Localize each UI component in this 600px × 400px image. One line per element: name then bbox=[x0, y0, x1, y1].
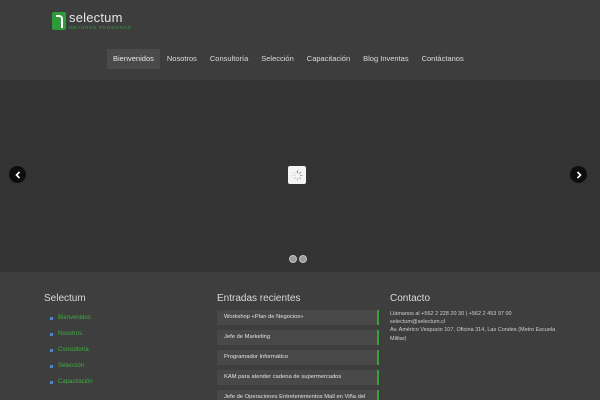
recent-post-link[interactable]: Jefe de Marketing bbox=[217, 330, 379, 345]
footer-selectum-title: Selectum bbox=[44, 293, 86, 304]
nav-item-nosotros[interactable]: Nosotros bbox=[161, 49, 203, 69]
hero-slider bbox=[0, 80, 600, 272]
contact-info: Llámanos al +562 2 228 20 30 | +562 2 45… bbox=[390, 310, 570, 343]
nav-item-contactanos[interactable]: Contáctanos bbox=[416, 49, 470, 69]
bullet-icon bbox=[50, 348, 53, 352]
brand-tagline: MEJORES PERSONAS bbox=[69, 25, 132, 30]
list-item: Bienvenidos bbox=[44, 310, 93, 326]
slider-loader bbox=[288, 166, 306, 184]
slider-dot[interactable] bbox=[299, 255, 307, 263]
brand-name: selectum bbox=[69, 10, 123, 25]
list-item: Capacitación bbox=[44, 374, 93, 390]
slider-dot[interactable] bbox=[289, 255, 297, 263]
contact-phone: Llámanos al +562 2 228 20 30 | +562 2 45… bbox=[390, 311, 512, 317]
nav-item-consultoria[interactable]: Consultoría bbox=[204, 49, 254, 69]
logo[interactable]: selectum MEJORES PERSONAS bbox=[52, 11, 131, 31]
slider-pagination bbox=[289, 255, 309, 263]
logo-mark-icon bbox=[52, 12, 66, 30]
footer-link-seleccion[interactable]: Selección bbox=[58, 363, 84, 369]
footer-link-bienvenidos[interactable]: Bienvenidos bbox=[58, 315, 91, 321]
recent-post-link[interactable]: Jefe de Operaciones Entretenimientos Mal… bbox=[217, 390, 379, 400]
contact-address: Av. Américo Vespucio 107, Oficina 314, L… bbox=[390, 327, 556, 342]
spinner-icon bbox=[291, 169, 303, 181]
list-item: Nosotros bbox=[44, 326, 93, 342]
footer-link-capacitacion[interactable]: Capacitación bbox=[58, 379, 93, 385]
site-header: selectum MEJORES PERSONAS Bienvenidos No… bbox=[0, 0, 600, 80]
bullet-icon bbox=[50, 380, 53, 384]
contact-email[interactable]: selectum@selectum.cl bbox=[390, 318, 570, 326]
bullet-icon bbox=[50, 364, 53, 368]
footer-link-consultoria[interactable]: Consultoría bbox=[58, 347, 89, 353]
nav-item-seleccion[interactable]: Selección bbox=[255, 49, 300, 69]
nav-item-bienvenidos[interactable]: Bienvenidos bbox=[107, 49, 160, 69]
nav-item-capacitacion[interactable]: Capacitación bbox=[301, 49, 356, 69]
main-nav: Bienvenidos Nosotros Consultoría Selecci… bbox=[107, 49, 471, 69]
recent-post-link[interactable]: KAM para atender cadena de supermercados bbox=[217, 370, 379, 385]
nav-item-blog-inventas[interactable]: Blog Inventas bbox=[357, 49, 414, 69]
footer-link-nosotros[interactable]: Nosotros bbox=[58, 331, 82, 337]
chevron-right-icon bbox=[576, 170, 582, 179]
slider-next-button[interactable] bbox=[570, 166, 587, 183]
chevron-left-icon bbox=[14, 170, 20, 179]
list-item: Consultoría bbox=[44, 342, 93, 358]
contact-title: Contacto bbox=[390, 293, 431, 304]
recent-post-link[interactable]: Programador Informático bbox=[217, 350, 379, 365]
recent-posts-list: Workshop «Plan de Negocios» Jefe de Mark… bbox=[217, 310, 379, 400]
bullet-icon bbox=[50, 316, 53, 320]
slider-prev-button[interactable] bbox=[9, 166, 26, 183]
logo-text: selectum MEJORES PERSONAS bbox=[69, 11, 131, 31]
site-footer: Selectum Bienvenidos Nosotros Consultorí… bbox=[0, 272, 600, 400]
recent-posts-title: Entradas recientes bbox=[217, 293, 301, 304]
recent-post-link[interactable]: Workshop «Plan de Negocios» bbox=[217, 310, 379, 325]
footer-menu: Bienvenidos Nosotros Consultoría Selecci… bbox=[44, 310, 93, 390]
list-item: Selección bbox=[44, 358, 93, 374]
bullet-icon bbox=[50, 332, 53, 336]
